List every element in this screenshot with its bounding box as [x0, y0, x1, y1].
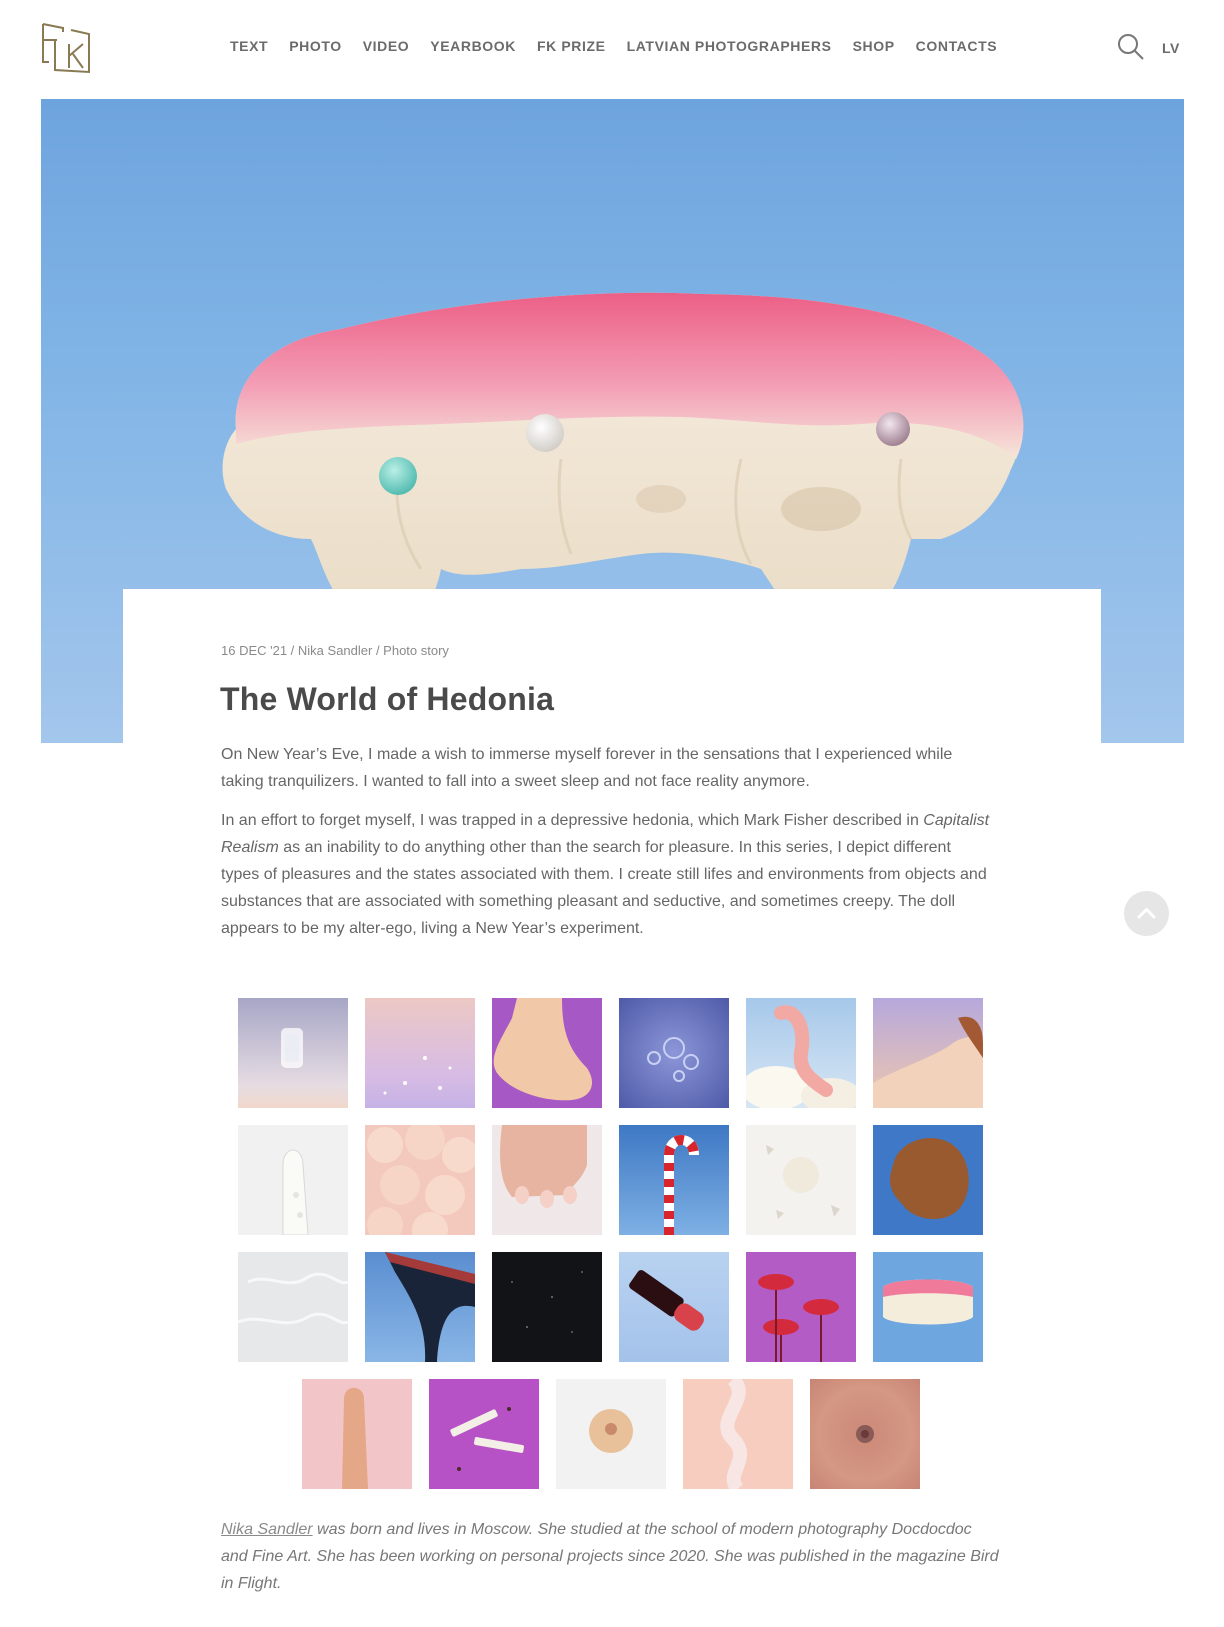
paragraph-2-text-a: In an effort to forget myself, I was tra…	[221, 812, 924, 829]
language-switch[interactable]: LV	[1162, 40, 1180, 56]
nav-yearbook[interactable]: YEARBOOK	[430, 38, 516, 54]
article-title: The World of Hedonia	[220, 681, 555, 717]
hand-thumbnail[interactable]	[492, 1125, 602, 1235]
site-header: TEXT PHOTO VIDEO YEARBOOK FK PRIZE LATVI…	[0, 0, 1224, 98]
paragraph-2-text-b: as an inability to do anything other tha…	[221, 839, 987, 937]
lips-thumbnail[interactable]	[746, 1252, 856, 1362]
author-link[interactable]: Nika Sandler	[221, 1521, 313, 1538]
search-icon[interactable]	[1117, 33, 1145, 61]
candy-cane-thumbnail[interactable]	[619, 1125, 729, 1235]
foam-thumbnail[interactable]	[365, 1125, 475, 1235]
article-paragraph-1: On New Year’s Eve, I made a wish to imme…	[221, 746, 953, 790]
article-paragraph-2: In an effort to forget myself, I was tra…	[221, 807, 991, 942]
shell-thumbnail[interactable]	[746, 1125, 856, 1235]
author-bio: Nika Sandler was born and lives in Mosco…	[221, 1516, 1001, 1597]
main-nav: TEXT PHOTO VIDEO YEARBOOK FK PRIZE LATVI…	[230, 38, 1018, 54]
nav-video[interactable]: VIDEO	[363, 38, 410, 54]
ice-cube-thumbnail[interactable]	[238, 998, 348, 1108]
glitter-thumbnail[interactable]	[492, 1252, 602, 1362]
texture-thumbnail[interactable]	[238, 1252, 348, 1362]
doll-face-thumbnail[interactable]	[873, 998, 983, 1108]
nav-photo[interactable]: PHOTO	[289, 38, 342, 54]
author-bio-text: was born and lives in Moscow. She studie…	[221, 1521, 999, 1592]
heel-thumbnail[interactable]	[365, 1252, 475, 1362]
cigarettes-thumbnail[interactable]	[429, 1379, 539, 1489]
article-meta: 16 DEC '21 / Nika Sandler / Photo story	[221, 643, 449, 658]
nav-contacts[interactable]: CONTACTS	[916, 38, 998, 54]
teeth-thumbnail[interactable]	[873, 1252, 983, 1362]
foot-thumbnail[interactable]	[492, 998, 602, 1108]
nav-text[interactable]: TEXT	[230, 38, 268, 54]
nav-shop[interactable]: SHOP	[853, 38, 895, 54]
chevron-up-icon	[1137, 908, 1156, 919]
lipstick-thumbnail[interactable]	[619, 1252, 729, 1362]
scroll-to-top-button[interactable]	[1124, 891, 1169, 936]
hair-thumbnail[interactable]	[873, 1125, 983, 1235]
sparkle-thumbnail[interactable]	[365, 998, 475, 1108]
navel-thumbnail[interactable]	[810, 1379, 920, 1489]
bubbles-thumbnail[interactable]	[619, 998, 729, 1108]
breast-thumbnail[interactable]	[556, 1379, 666, 1489]
fk-logo[interactable]	[41, 22, 93, 74]
nav-fk-prize[interactable]: FK PRIZE	[537, 38, 606, 54]
rope-thumbnail[interactable]	[683, 1379, 793, 1489]
nav-latvian-photographers[interactable]: LATVIAN PHOTOGRAPHERS	[627, 38, 832, 54]
dildo-thumbnail[interactable]	[302, 1379, 412, 1489]
condom-thumbnail[interactable]	[238, 1125, 348, 1235]
worm-thumbnail[interactable]	[746, 998, 856, 1108]
